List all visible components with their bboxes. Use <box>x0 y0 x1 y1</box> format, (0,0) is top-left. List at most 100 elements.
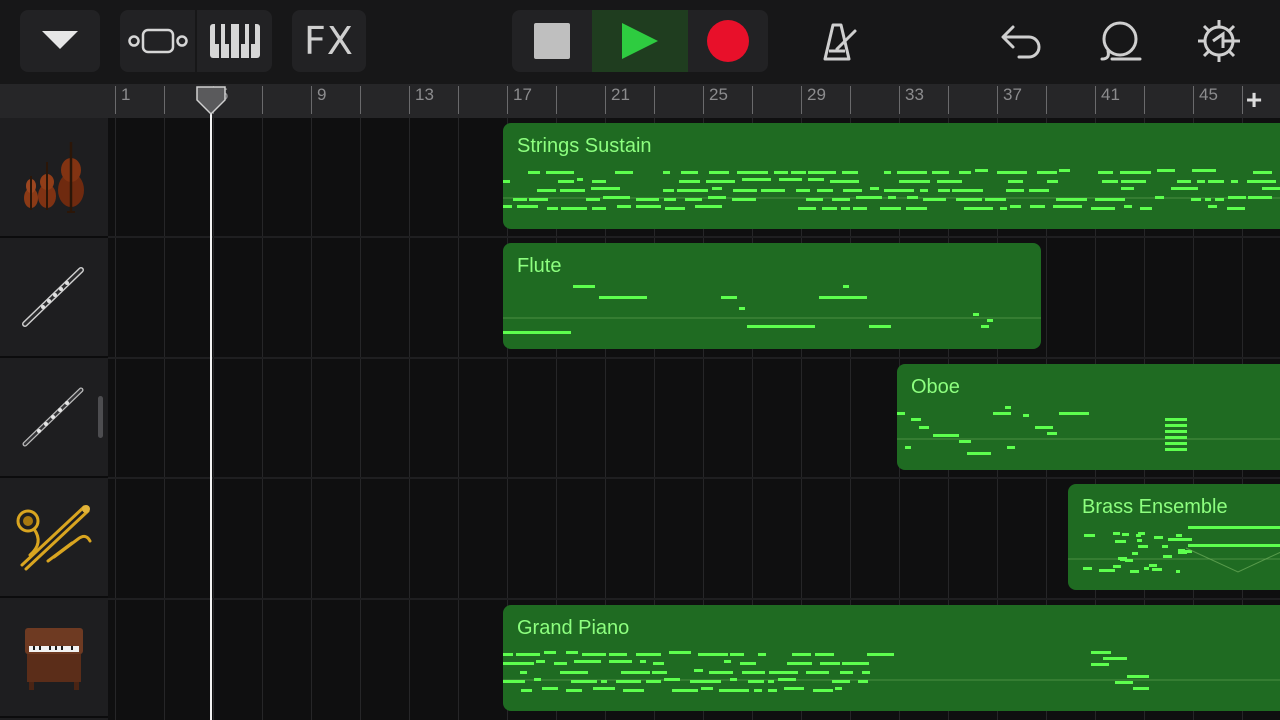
midi-note <box>820 662 840 665</box>
midi-note <box>774 171 788 174</box>
region-oboe[interactable]: Oboe <box>897 364 1280 470</box>
midi-note <box>1103 657 1127 660</box>
midi-note <box>1113 565 1121 568</box>
midi-note <box>679 180 700 183</box>
settings-button[interactable] <box>1188 10 1250 72</box>
keyboard-button[interactable] <box>197 10 272 72</box>
midi-note <box>1165 418 1187 421</box>
play-button[interactable] <box>592 10 688 72</box>
midi-note <box>582 653 606 656</box>
midi-note <box>842 171 858 174</box>
midi-note <box>1120 171 1151 174</box>
midi-note <box>981 325 989 328</box>
ruler-tick <box>360 86 361 114</box>
midi-note <box>997 171 1027 174</box>
midi-note <box>706 180 735 183</box>
midi-note <box>967 452 991 455</box>
metronome-button[interactable] <box>806 10 868 72</box>
add-section-button[interactable]: + <box>1238 84 1270 116</box>
midi-note <box>884 189 914 192</box>
stop-button[interactable] <box>512 10 592 72</box>
ruler-tick <box>262 86 263 114</box>
track-header-oboe[interactable] <box>0 358 108 478</box>
midi-note <box>1171 187 1198 190</box>
track-view-button[interactable] <box>120 10 196 72</box>
midi-note <box>806 671 829 674</box>
midi-note <box>712 187 722 190</box>
tracks-menu-button[interactable] <box>20 10 100 72</box>
midi-note <box>1030 205 1045 208</box>
midi-note <box>1047 180 1058 183</box>
midi-note <box>884 171 891 174</box>
track-header-brass[interactable] <box>0 478 108 598</box>
track-header-strings[interactable] <box>0 118 108 238</box>
midi-note <box>1122 533 1129 536</box>
midi-note <box>640 660 646 663</box>
midi-note <box>796 189 810 192</box>
midi-note <box>708 196 726 199</box>
region-notes <box>503 285 1041 334</box>
midi-note <box>1053 205 1082 208</box>
tracks-area[interactable]: Strings Sustain Flute Oboe Brass Ensemble Gr… <box>108 118 1280 720</box>
region-strings-sustain[interactable]: Strings Sustain <box>503 123 1280 229</box>
midi-note <box>546 171 574 174</box>
loop-browser-button[interactable] <box>1090 10 1152 72</box>
ruler-bar-label: 33 <box>905 85 924 104</box>
midi-note <box>1140 207 1152 210</box>
undo-button[interactable] <box>990 10 1052 72</box>
midi-note <box>973 313 979 316</box>
midi-note <box>1165 424 1187 427</box>
midi-note <box>1091 663 1109 666</box>
midi-note <box>719 689 749 692</box>
midi-note <box>615 171 633 174</box>
midi-note <box>1098 171 1113 174</box>
midi-note <box>1005 406 1011 409</box>
midi-note <box>681 171 698 174</box>
region-grand-piano[interactable]: Grand Piano <box>503 605 1280 711</box>
midi-note <box>1165 430 1187 433</box>
midi-note <box>503 180 510 183</box>
midi-note <box>739 307 745 310</box>
midi-note <box>653 662 664 665</box>
midi-note <box>701 687 713 690</box>
region-brass-ensemble[interactable]: Brass Ensemble <box>1068 484 1280 590</box>
midi-note <box>664 678 680 681</box>
midi-note <box>870 187 879 190</box>
track-header-organ[interactable] <box>0 598 108 718</box>
midi-note <box>733 189 757 192</box>
midi-note <box>1104 569 1115 572</box>
lane-separator <box>108 357 1280 359</box>
midi-note <box>529 198 548 201</box>
midi-note <box>593 687 615 690</box>
fx-button[interactable]: FX <box>292 10 366 72</box>
grid-line <box>213 118 214 720</box>
record-button[interactable] <box>688 10 768 72</box>
midi-note <box>768 680 774 683</box>
midi-note <box>586 198 600 201</box>
region-flute[interactable]: Flute <box>503 243 1041 349</box>
ruler-bar-label: 17 <box>513 85 532 104</box>
midi-note <box>1197 180 1205 183</box>
midi-note <box>566 689 582 692</box>
midi-note <box>822 207 837 210</box>
midi-note <box>1121 180 1146 183</box>
midi-note <box>1095 198 1125 201</box>
midi-note <box>558 180 574 183</box>
midi-note <box>534 678 541 681</box>
midi-note <box>609 653 627 656</box>
midi-note <box>1215 198 1224 201</box>
track-list-scrollbar[interactable] <box>98 396 103 438</box>
midi-note <box>621 671 650 674</box>
midi-note <box>1136 534 1141 537</box>
midi-note <box>906 207 927 210</box>
track-header-flute[interactable] <box>0 238 108 358</box>
midi-note <box>1247 180 1276 183</box>
midi-note <box>880 207 901 210</box>
playhead-handle[interactable] <box>196 86 226 116</box>
midi-note <box>832 680 850 683</box>
midi-note <box>609 660 632 663</box>
midi-note <box>636 205 661 208</box>
midi-note <box>1165 436 1187 439</box>
midi-note <box>1253 171 1272 174</box>
midi-note <box>1091 207 1115 210</box>
